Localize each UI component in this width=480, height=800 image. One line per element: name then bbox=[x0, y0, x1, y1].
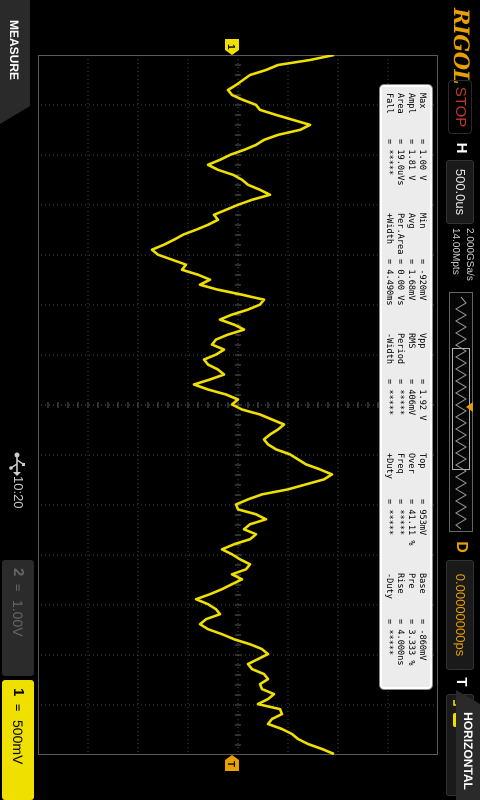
usb-icon bbox=[6, 452, 28, 476]
measurement-label: Freq bbox=[395, 453, 405, 474]
measurement-label: Vpp bbox=[417, 333, 427, 349]
scope-screen: RIGOL STOP H 500.0us 2.000GSa/s 14.00Mpt… bbox=[0, 0, 480, 800]
ch1-offset-marker[interactable]: 1 bbox=[225, 39, 240, 55]
measurement-label: Area bbox=[395, 93, 405, 114]
measurement-value: = 953mV bbox=[417, 499, 427, 536]
measurement-value: = ***** bbox=[395, 499, 405, 536]
ch1-marker-label: 1 bbox=[225, 44, 236, 50]
memory-depth: 14.00Mpts bbox=[450, 228, 461, 275]
measurement-label: Per.Area bbox=[395, 213, 405, 255]
delay-value[interactable]: 0.00000000ps bbox=[446, 560, 474, 670]
system-clock: 10:20 bbox=[11, 476, 26, 509]
trigger-position-marker bbox=[466, 402, 480, 412]
measurement-value: = 4.000ns bbox=[395, 619, 405, 666]
channel-2-coupling: = bbox=[11, 584, 25, 592]
measurement-value: = ***** bbox=[384, 619, 394, 656]
measurement-value: = 41.11 % bbox=[406, 499, 416, 546]
channel-1-tab[interactable]: 1 = 500mV bbox=[2, 680, 34, 800]
measurement-label: -Width bbox=[384, 333, 394, 365]
measurement-row: Area = 19.0uVs Per.Area = 0.00 Vs Period = **… bbox=[394, 93, 406, 683]
measurement-value: = 3.333 % bbox=[406, 619, 416, 666]
trigger-level-marker[interactable]: T bbox=[225, 755, 240, 771]
measurement-label: -Duty bbox=[384, 573, 394, 599]
measurement-label: Base bbox=[417, 573, 427, 594]
measurement-value: = -860mV bbox=[417, 619, 427, 661]
measurement-value: = -920mV bbox=[417, 259, 427, 301]
ch1-waveform-trace bbox=[150, 53, 335, 756]
measure-button-label: MEASURE bbox=[7, 19, 21, 80]
measurement-label: Ampl bbox=[406, 93, 416, 114]
horizontal-button[interactable]: HORIZONTAL bbox=[456, 690, 480, 800]
measurement-value: = ***** bbox=[384, 139, 394, 176]
waveform-display[interactable] bbox=[37, 53, 439, 756]
rigol-logo: RIGOL bbox=[449, 8, 474, 84]
horizontal-button-label: HORIZONTAL bbox=[461, 712, 475, 790]
measurement-value: = 1.00 V bbox=[417, 139, 427, 181]
measurement-row: Ampl = 1.81 V Avg = 1.68mV RMS = 406mV Over = 4… bbox=[405, 93, 417, 683]
measurement-label: +Width bbox=[384, 213, 394, 245]
measure-button[interactable]: MEASURE bbox=[0, 0, 30, 124]
measurement-value: = 406mV bbox=[406, 379, 416, 416]
channel-2-scale: 1.00V bbox=[10, 600, 26, 637]
measurement-value: = 1.92 V bbox=[417, 379, 427, 421]
measurement-value: = 0.00 Vs bbox=[395, 259, 405, 306]
measurement-label: Avg bbox=[406, 213, 416, 229]
graticule bbox=[37, 53, 439, 756]
measurement-label: +Duty bbox=[384, 453, 394, 479]
measurement-value: = 4.490ms bbox=[384, 259, 394, 306]
channel-1-number: 1 bbox=[10, 688, 27, 697]
trigger-marker-label: T bbox=[225, 761, 236, 767]
measurement-row: Fall = ***** +Width = 4.490ms -Width = ***** +… bbox=[383, 93, 395, 683]
measurement-label: Pre bbox=[406, 573, 416, 589]
measurement-label: Min bbox=[417, 213, 427, 229]
measurement-value: = 1.81 V bbox=[406, 139, 416, 181]
measurement-label: Period bbox=[395, 333, 405, 365]
measurement-value: = 19.0uVs bbox=[395, 139, 405, 186]
channel-1-coupling: = bbox=[11, 704, 25, 712]
timebase-value[interactable]: 500.0us bbox=[446, 160, 474, 224]
measurement-value: = ***** bbox=[395, 379, 405, 416]
measurement-value: = ***** bbox=[384, 379, 394, 416]
channel-2-tab[interactable]: 2 = 1.00V bbox=[2, 560, 34, 676]
measurement-label: Over bbox=[406, 453, 416, 474]
measurement-label: Top bbox=[417, 453, 427, 469]
measurement-panel[interactable]: Max = 1.00 V Min = -920mV Vpp = 1.92 V Top = 95… bbox=[380, 85, 432, 689]
run-stop-status[interactable]: STOP bbox=[448, 80, 472, 134]
sample-rate: 2.000GSa/s bbox=[464, 228, 475, 281]
measurement-label: Fall bbox=[384, 93, 394, 114]
measurement-row: Max = 1.00 V Min = -920mV Vpp = 1.92 V Top = 95… bbox=[416, 93, 428, 683]
measurement-label: RMS bbox=[406, 333, 416, 349]
channel-1-scale: 500mV bbox=[10, 720, 26, 765]
measurement-value: = ***** bbox=[384, 499, 394, 536]
delay-label: D bbox=[453, 541, 470, 553]
measurement-label: Max bbox=[417, 93, 427, 109]
measurement-value: = 1.68mV bbox=[406, 259, 416, 301]
horizontal-label: H bbox=[453, 142, 470, 154]
channel-2-number: 2 bbox=[10, 568, 27, 577]
trigger-label: T bbox=[453, 677, 470, 687]
measurement-label: Rise bbox=[395, 573, 405, 594]
